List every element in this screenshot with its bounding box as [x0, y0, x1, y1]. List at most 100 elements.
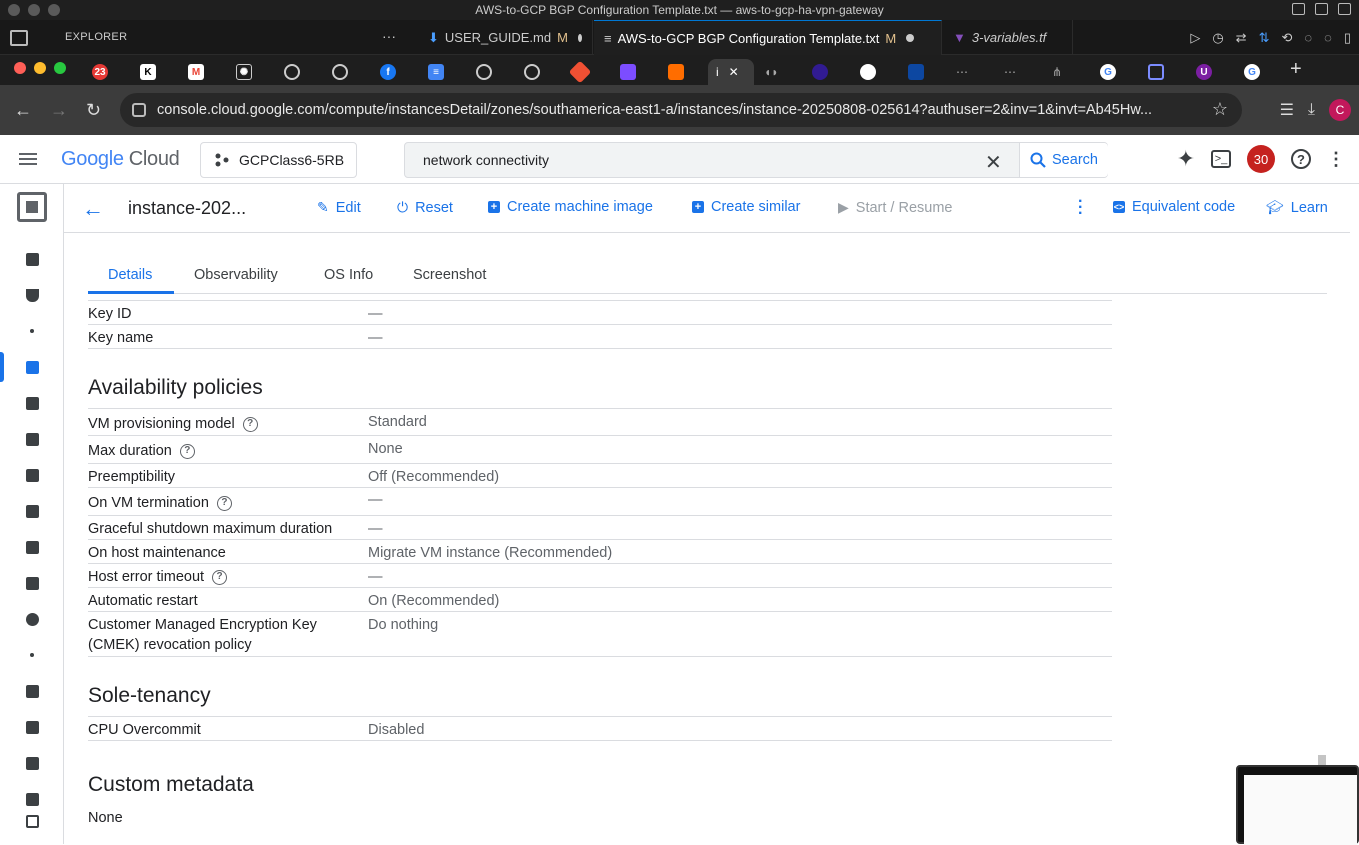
browser-tab[interactable]: U	[1188, 59, 1234, 85]
rail-item-templates[interactable]	[0, 388, 64, 418]
commit-prev-icon[interactable]: ◌	[1304, 30, 1312, 46]
toggle-secondary-sidebar-icon[interactable]	[1338, 3, 1351, 15]
browser-tab[interactable]	[276, 59, 322, 85]
address-bar[interactable]: console.cloud.google.com/compute/instanc…	[120, 93, 1242, 127]
browser-tab[interactable]	[900, 59, 946, 85]
help-icon[interactable]: ?	[212, 569, 228, 585]
profile-avatar[interactable]: C	[1329, 99, 1351, 121]
rail-item-disks[interactable]	[0, 676, 64, 706]
compare-icon[interactable]: ⇄	[1236, 30, 1247, 46]
google-cloud-logo[interactable]: Google Cloud	[61, 148, 180, 171]
explorer-more-icon[interactable]: ···	[382, 28, 396, 44]
browser-tab[interactable]: G	[1236, 59, 1282, 85]
rail-item-images[interactable]	[0, 748, 64, 778]
rail-item-machine-images[interactable]	[0, 460, 64, 490]
screenshot-preview-thumbnail[interactable]	[1236, 765, 1359, 845]
tab-screenshot[interactable]: Screenshot	[413, 267, 486, 283]
help-icon[interactable]: ?	[179, 443, 195, 459]
browser-tab-active[interactable]: i ✕	[708, 59, 754, 85]
create-similar-button[interactable]: + Create similar	[692, 199, 800, 215]
more-vert-icon[interactable]: ⋮	[1327, 149, 1345, 170]
browser-tab[interactable]: f	[372, 59, 418, 85]
minimize-browser-icon[interactable]	[34, 62, 46, 74]
terminal-icon[interactable]: >_	[1211, 150, 1231, 168]
reload-icon[interactable]: ↻	[86, 100, 101, 121]
tab-user-guide[interactable]: ⬇ USER_GUIDE.md M	[418, 20, 593, 55]
browser-tab[interactable]	[516, 59, 562, 85]
help-icon[interactable]: ?	[216, 495, 232, 511]
close-icon[interactable]: ✕	[985, 150, 1002, 175]
tab-details[interactable]: Details	[108, 267, 152, 283]
equivalent-code-button[interactable]: <> Equivalent code	[1113, 199, 1235, 215]
commit-next-icon[interactable]: ◌	[1324, 30, 1332, 46]
learn-button[interactable]: 🎓︎ Learn	[1266, 199, 1328, 216]
rail-item-discounts[interactable]	[0, 532, 64, 562]
browser-tab[interactable]	[804, 59, 850, 85]
back-arrow-icon[interactable]: ←	[82, 196, 104, 222]
close-tab-icon[interactable]: ✕	[729, 65, 739, 79]
browser-tab[interactable]	[468, 59, 514, 85]
rail-item-reservations[interactable]	[0, 568, 64, 598]
bookmark-star-icon[interactable]: ☆	[1212, 99, 1228, 120]
project-picker[interactable]: GCPClass6-5RB	[200, 142, 357, 178]
gemini-icon[interactable]: ✦	[1177, 146, 1195, 172]
start-resume-button[interactable]: ▶ Start / Resume	[838, 199, 952, 216]
browser-tab[interactable]: ⋯	[948, 59, 994, 85]
back-icon[interactable]: ←	[14, 100, 32, 121]
browser-tab[interactable]	[564, 59, 610, 85]
download-icon[interactable]: ⤓	[1308, 101, 1315, 119]
split-editor-icon[interactable]: ▯	[1344, 30, 1351, 46]
help-icon[interactable]: ?	[242, 416, 258, 432]
rail-item-tpus[interactable]	[0, 496, 64, 526]
rail-item-settings[interactable]	[0, 604, 64, 634]
timeline-icon[interactable]: ◷	[1212, 30, 1223, 46]
browser-tab[interactable]: ✺	[228, 59, 274, 85]
sync-icon[interactable]: ⟲	[1281, 30, 1292, 46]
browser-tab[interactable]: 23	[84, 59, 130, 85]
browser-tab[interactable]	[324, 59, 370, 85]
site-info-icon[interactable]	[132, 103, 146, 117]
edit-button[interactable]: ✎ Edit	[317, 199, 361, 216]
browser-tab[interactable]: G	[1092, 59, 1138, 85]
browser-tab[interactable]: M	[180, 59, 226, 85]
browser-tab[interactable]	[852, 59, 898, 85]
source-control-icon[interactable]: ⇅	[1259, 30, 1270, 46]
browser-tab[interactable]	[660, 59, 706, 85]
search-button[interactable]: Search	[1019, 143, 1108, 177]
row-value: —	[368, 306, 383, 322]
toggle-sidebar-icon[interactable]	[1292, 3, 1305, 15]
tab-observability[interactable]: Observability	[194, 267, 278, 283]
notifications-badge[interactable]: 30	[1247, 145, 1275, 173]
browser-tab[interactable]: ≡	[420, 59, 466, 85]
tab-bgp-template[interactable]: ≡ AWS-to-GCP BGP Configuration Template.…	[594, 20, 942, 55]
rail-item-vm-instances[interactable]	[0, 352, 64, 382]
rail-item-dashboard[interactable]	[0, 244, 64, 274]
menu-icon[interactable]	[19, 153, 37, 165]
help-icon[interactable]: ?	[1291, 149, 1311, 169]
rail-item-sole-tenant[interactable]	[0, 424, 64, 454]
rail-item-security[interactable]	[0, 280, 64, 310]
forward-icon[interactable]: →	[50, 100, 68, 121]
browser-tab[interactable]: ◖◗	[756, 59, 802, 85]
more-vert-icon[interactable]: · · ·	[1078, 194, 1083, 222]
rail-item-marketplace[interactable]	[0, 806, 64, 836]
create-machine-image-button[interactable]: + Create machine image	[488, 199, 653, 215]
compute-engine-icon[interactable]	[17, 192, 47, 222]
run-icon[interactable]: ▷	[1190, 30, 1200, 46]
toggle-panel-icon[interactable]	[1315, 3, 1328, 15]
browser-tab[interactable]: ⋯	[996, 59, 1042, 85]
tab-os-info[interactable]: OS Info	[324, 267, 373, 283]
close-browser-icon[interactable]	[14, 62, 26, 74]
reading-list-icon[interactable]: ☰	[1280, 100, 1294, 120]
reset-button[interactable]: ⏻ Reset	[397, 199, 453, 216]
maximize-browser-icon[interactable]	[54, 62, 66, 74]
browser-tab[interactable]	[612, 59, 658, 85]
explorer-view-icon[interactable]	[10, 30, 28, 46]
new-tab-icon[interactable]: +	[1290, 58, 1302, 81]
browser-tab[interactable]: ⋔	[1044, 59, 1090, 85]
rail-item-snapshots[interactable]	[0, 712, 64, 742]
tab-variables-tf[interactable]: ▼ 3-variables.tf	[943, 20, 1073, 55]
browser-tab[interactable]	[1140, 59, 1186, 85]
browser-tab[interactable]: K	[132, 59, 178, 85]
search-input[interactable]	[405, 143, 975, 177]
